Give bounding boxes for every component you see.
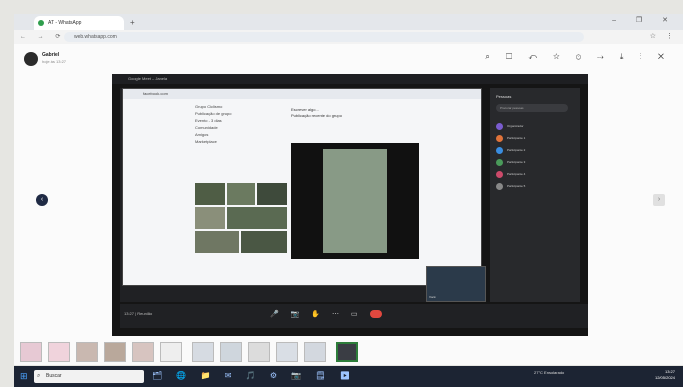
participant-row: Participante 1 (496, 132, 578, 144)
post-box: Escrever algo... Publicação recente do g… (291, 107, 409, 131)
participant-row: Participante 3 (496, 156, 578, 168)
meet-stage: facebook.com Grupo Ciclismo Publicação d… (120, 88, 486, 302)
participants-title: Pessoas (496, 94, 512, 99)
participants-panel: Pessoas Procurar pessoas Organizador Par… (490, 88, 580, 302)
end-call-icon (369, 310, 382, 319)
browser-actions[interactable]: ☆ ⋮ (650, 32, 677, 40)
shared-screen: facebook.com Grupo Ciclismo Publicação d… (122, 88, 482, 286)
media-thumbnail[interactable] (132, 342, 154, 362)
clock-date: 12/05/2024 (654, 375, 675, 380)
taskbar-search[interactable]: ⌕ Buscar (34, 370, 144, 383)
grid-photo (195, 231, 239, 253)
search-placeholder: Buscar (46, 373, 62, 379)
sender-time: hoje às 13:27 (42, 59, 67, 64)
inner-window-title: Google Meet – Janela (128, 76, 168, 81)
tab-strip: AT - WhatsApp + – ❐ ✕ (14, 14, 683, 30)
address-bar[interactable]: web.whatsapp.com (64, 32, 584, 42)
meet-toolbar: 13:27 | Reunião 🎤 📷 ✋ ⋯ ▭ (120, 304, 588, 328)
weather-widget[interactable]: 27°C Ensolarado (534, 370, 564, 375)
participant-name: Participante 1 (507, 136, 526, 140)
media-thumbnail[interactable] (20, 342, 42, 362)
feed-line: Publicação de grupo (195, 111, 232, 116)
participant-avatar (496, 171, 503, 178)
participant-avatar (496, 123, 503, 130)
media-thumbnail[interactable] (276, 342, 298, 362)
shared-browser-bar: facebook.com (123, 89, 481, 99)
grid-photo (195, 207, 225, 229)
windows-taskbar: ⊞ ⌕ Buscar 🗂 🌐 📁 ✉ 🎵 ⚙ 📷 🗒 ▶ 27°C Ensola… (14, 366, 683, 387)
participants-list: Organizador Participante 1 Participante … (496, 120, 578, 192)
next-media-button[interactable]: › (653, 194, 665, 206)
window-controls[interactable]: – ❐ ✕ (612, 16, 677, 24)
participant-row: Organizador (496, 120, 578, 132)
participant-avatar (496, 183, 503, 190)
participants-search: Procurar pessoas (496, 104, 568, 112)
participant-name: Participante 2 (507, 148, 526, 152)
browser-chrome: AT - WhatsApp + – ❐ ✕ ← → ⟳ web.whatsapp… (14, 14, 683, 45)
search-icon: ⌕ (37, 373, 41, 379)
media-thumbnail[interactable] (304, 342, 326, 362)
shared-photo: Google Meet – Janela facebook.com Grupo … (112, 74, 588, 336)
grid-photo (195, 183, 225, 205)
grid-photo (257, 183, 287, 205)
meeting-info: 13:27 | Reunião (124, 311, 153, 316)
sender-name: Gabriel (42, 52, 60, 58)
participant-row: Participante 5 (496, 180, 578, 192)
video-overlay (291, 143, 419, 259)
pinned-apps[interactable]: 🗂 🌐 📁 ✉ 🎵 ⚙ 📷 🗒 ▶ (152, 371, 356, 380)
feed-line: Evento - 3 dias (195, 118, 222, 123)
participant-avatar (496, 135, 503, 142)
nav-buttons[interactable]: ← → ⟳ (20, 33, 65, 40)
previous-media-button[interactable]: ‹ (36, 194, 48, 206)
participant-row: Participante 4 (496, 168, 578, 180)
participant-name: Participante 4 (507, 172, 526, 176)
inner-titlebar: Google Meet – Janela (112, 74, 588, 84)
address-row: ← → ⟳ web.whatsapp.com ☆ ⋮ (14, 30, 683, 44)
photo-grid (195, 183, 287, 279)
media-thumbnail-active[interactable] (336, 342, 358, 362)
media-thumbnail[interactable] (248, 342, 270, 362)
windows-start-icon[interactable]: ⊞ (20, 371, 30, 381)
media-thumbnail[interactable] (220, 342, 242, 362)
tab-title: AT - WhatsApp (48, 20, 82, 26)
self-view-tile: Você (426, 266, 486, 302)
shared-url: facebook.com (143, 91, 168, 96)
media-thumbnail-strip (14, 340, 683, 365)
media-thumbnail[interactable] (104, 342, 126, 362)
feed-line: Comunidade (195, 125, 218, 130)
post-line: Publicação recente do grupo (291, 113, 342, 118)
self-view-label: Você (429, 295, 436, 299)
feed-column: Grupo Ciclismo Publicação de grupo Event… (195, 103, 287, 281)
browser-tab[interactable]: AT - WhatsApp (34, 16, 124, 30)
grid-photo (227, 207, 287, 229)
video-frame (323, 149, 387, 253)
avatar[interactable] (24, 52, 38, 66)
media-thumbnail[interactable] (76, 342, 98, 362)
participant-avatar (496, 147, 503, 154)
feed-line: Grupo Ciclismo (195, 104, 223, 109)
participant-row: Participante 2 (496, 144, 578, 156)
taskbar-clock[interactable]: 13:27 12/05/2024 (655, 369, 675, 381)
media-thumbnail[interactable] (48, 342, 70, 362)
participant-avatar (496, 159, 503, 166)
whatsapp-favicon-icon (38, 20, 44, 26)
new-tab-button[interactable]: + (130, 18, 135, 27)
meet-controls: 🎤 📷 ✋ ⋯ ▭ (270, 310, 382, 319)
participant-name: Participante 5 (507, 184, 526, 188)
meet-control-icons: 🎤 📷 ✋ ⋯ ▭ (270, 311, 363, 318)
feed-line: Amigos (195, 132, 209, 137)
viewer-toolbar[interactable]: ⌕ ☐ ↶ ☆ ⊙ ⇢ ⤓ ⋮ ✕ (485, 52, 671, 62)
grid-photo (241, 231, 287, 253)
grid-photo (227, 183, 255, 205)
feed-line: Marketplace (195, 139, 217, 144)
participant-name: Participante 3 (507, 160, 526, 164)
media-viewer: Gabriel hoje às 13:27 ⌕ ☐ ↶ ☆ ⊙ ⇢ ⤓ ⋮ ✕ … (14, 44, 683, 365)
media-thumbnail[interactable] (192, 342, 214, 362)
participant-name: Organizador (507, 124, 524, 128)
media-thumbnail[interactable] (160, 342, 182, 362)
